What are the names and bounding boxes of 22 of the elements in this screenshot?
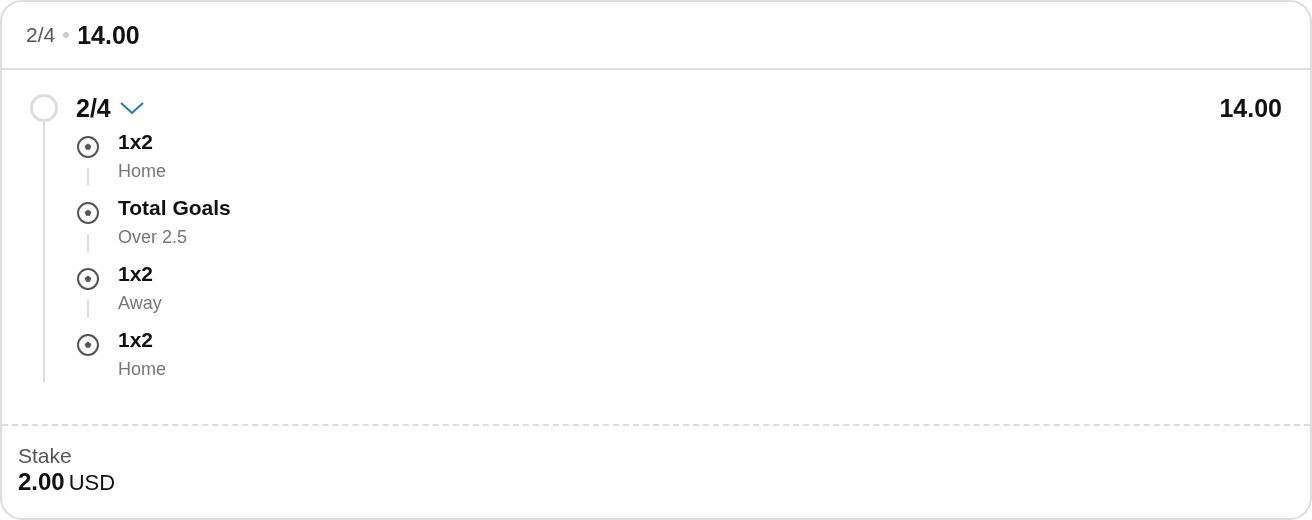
- stake-amount: 2.00: [18, 468, 65, 496]
- combination-count: 2/4: [26, 23, 56, 47]
- stake-label: Stake: [18, 444, 73, 468]
- chevron-icon[interactable]: [118, 101, 145, 115]
- selection-name: Over 2.5: [118, 226, 188, 249]
- soccer-ball-icon: [76, 135, 100, 159]
- separator-dot: [63, 32, 70, 38]
- selection-name: Home: [118, 358, 166, 381]
- market-name: 1x2: [118, 261, 154, 287]
- soccer-ball-icon: [76, 333, 100, 357]
- currency: USD: [68, 470, 116, 496]
- market-name: 1x2: [118, 129, 154, 155]
- selection-name: Away: [118, 292, 162, 315]
- system-label: 2/4: [76, 93, 111, 123]
- total-odds: 14.00: [77, 20, 140, 50]
- selection-name: Home: [118, 160, 166, 183]
- soccer-ball-icon: [76, 201, 100, 225]
- market-name: 1x2: [118, 327, 154, 353]
- system-odds: 14.00: [1219, 93, 1282, 123]
- radio-button[interactable]: [30, 94, 58, 122]
- market-name: Total Goals: [118, 195, 231, 221]
- soccer-ball-icon: [76, 267, 100, 291]
